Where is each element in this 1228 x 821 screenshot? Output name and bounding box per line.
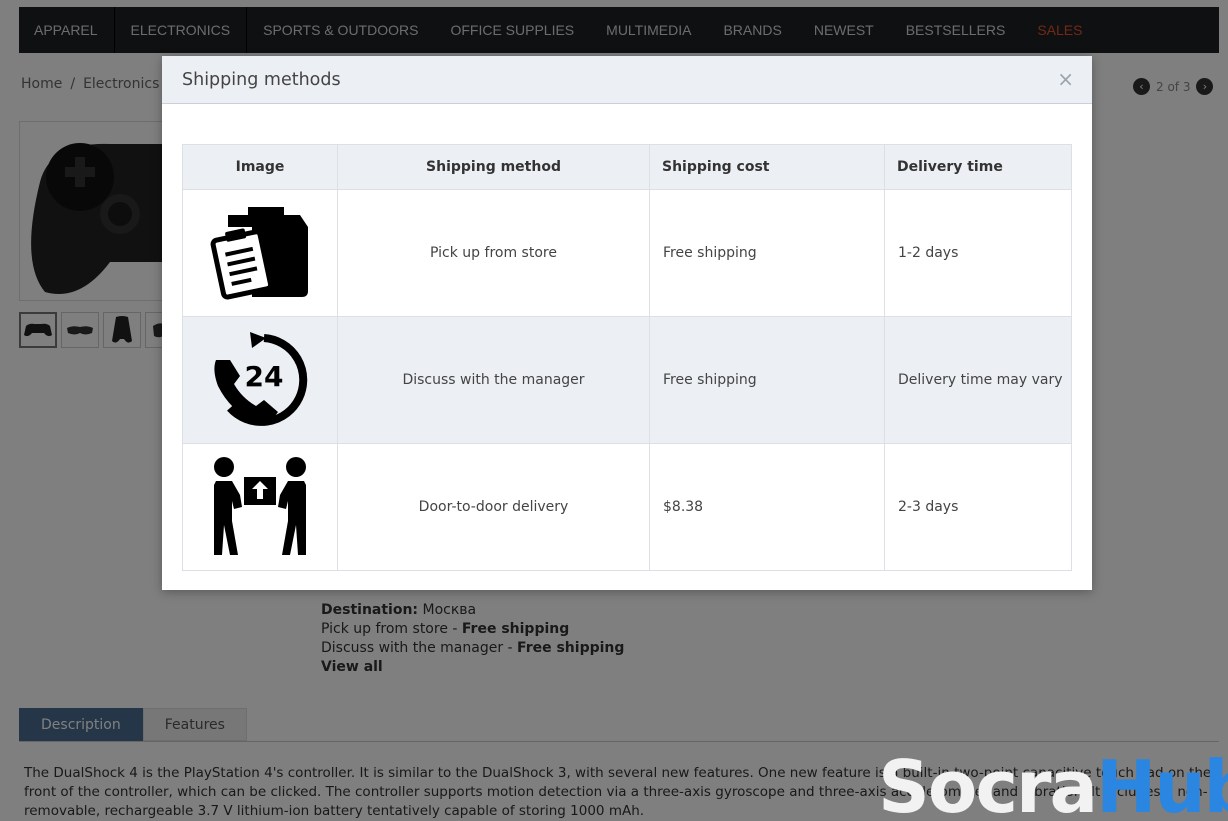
row-cost: Free shipping [649,189,885,317]
row-image-cell [182,189,338,317]
column-header-image: Image [182,144,338,190]
row-image-cell: 24 [182,316,338,444]
watermark-part1: Socra [878,745,1098,821]
modal-title: Shipping methods [182,70,341,90]
phone-24-icon: 24 [214,332,308,426]
table-header-row: Image Shipping method Shipping cost Deli… [182,144,1072,190]
modal-header: Shipping methods × [162,56,1092,104]
row-cost: $8.38 [649,443,885,571]
shipping-methods-modal: Shipping methods × Image Shipping method… [162,56,1092,590]
column-header-time: Delivery time [884,144,1072,190]
close-icon[interactable]: × [1057,67,1074,91]
watermark-part2: Hub [1096,745,1228,821]
column-header-cost: Shipping cost [649,144,885,190]
row-cost: Free shipping [649,316,885,444]
row-method: Pick up from store [337,189,650,317]
shipping-methods-table: Image Shipping method Shipping cost Deli… [182,144,1072,571]
phone-icon-label: 24 [245,360,284,393]
table-row: Door-to-door delivery $8.38 2-3 days [182,443,1072,571]
row-time: 2-3 days [884,443,1072,571]
column-header-method: Shipping method [337,144,650,190]
table-row: 24 Discuss with the manager Free shippin… [182,316,1072,444]
watermark-logo: SocraHub [878,745,1228,821]
table-row: Pick up from store Free shipping 1-2 day… [182,189,1072,317]
door-to-door-delivery-icon [214,457,306,555]
row-time: Delivery time may vary [884,316,1072,444]
package-clipboard-icon [210,207,308,300]
row-method: Door-to-door delivery [337,443,650,571]
row-time: 1-2 days [884,189,1072,317]
row-image-cell [182,443,338,571]
row-method: Discuss with the manager [337,316,650,444]
